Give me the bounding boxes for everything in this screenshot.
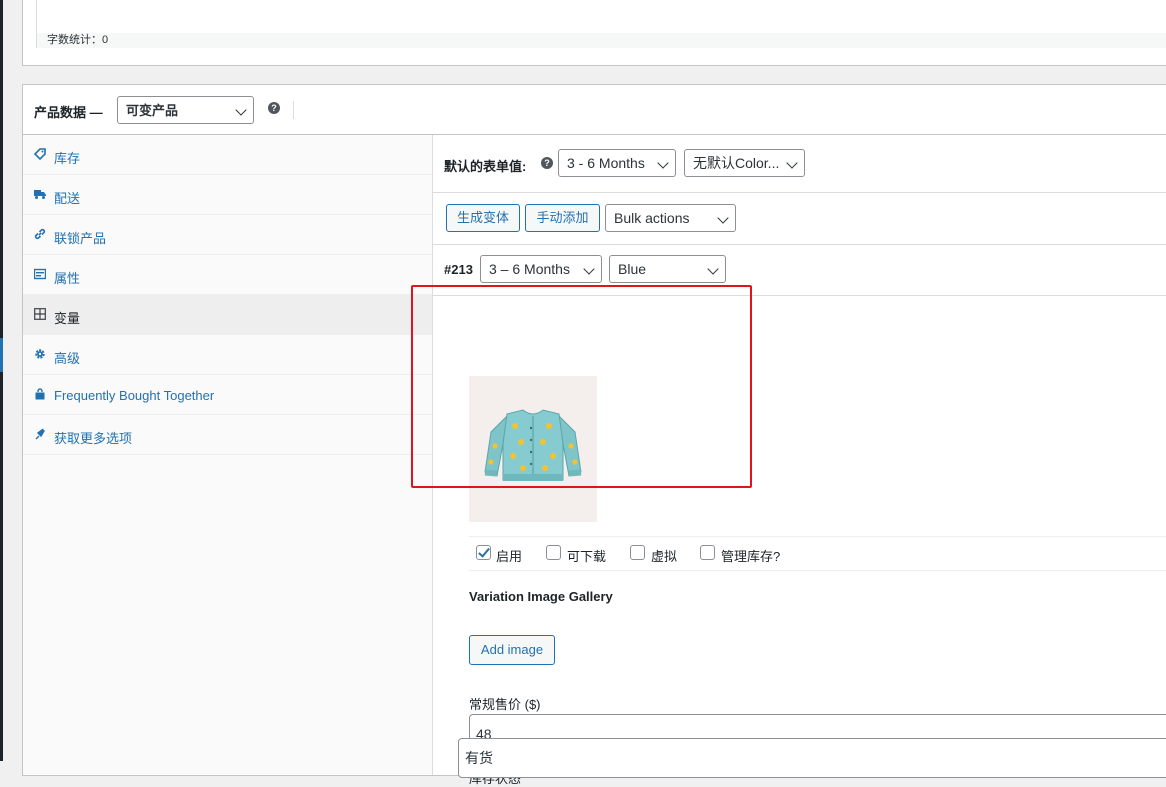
active-menu-indicator: [0, 338, 3, 372]
bag-icon: [35, 388, 45, 400]
default-color-select[interactable]: 无默认Color...: [684, 149, 805, 177]
product-type-value: 可变产品: [126, 103, 179, 118]
word-count: 字数统计：0: [36, 33, 1166, 48]
default-size-select[interactable]: 3 - 6 Months: [558, 149, 676, 177]
admin-sidebar-edge: [0, 0, 3, 761]
enabled-label: 启用: [496, 549, 523, 564]
default-values-label: 默认的表单值:: [444, 159, 527, 174]
default-size-value: 3 - 6 Months: [567, 155, 645, 171]
variation-color-value: Blue: [618, 261, 647, 277]
tab-label: 变量: [54, 311, 81, 326]
virtual-label: 虚拟: [651, 549, 678, 564]
tab-label: 获取更多选项: [54, 431, 133, 446]
grid-icon: [34, 308, 46, 320]
manage-stock-checkbox[interactable]: [700, 545, 715, 560]
tab-linked-products[interactable]: 联锁产品: [23, 215, 432, 255]
description-editor: 字数统计：0: [22, 0, 1166, 66]
divider: [433, 244, 1166, 245]
generate-variations-button[interactable]: 生成变体: [446, 204, 520, 232]
link-icon: [34, 228, 46, 240]
add-manually-button[interactable]: 手动添加: [525, 204, 600, 232]
enabled-checkbox[interactable]: [476, 545, 491, 560]
highlight-box: [411, 285, 752, 488]
chevron-down-icon: [657, 157, 669, 169]
variation-size-select[interactable]: 3 – 6 Months: [480, 255, 602, 283]
tab-advanced[interactable]: 高级: [23, 335, 432, 375]
tab-attributes[interactable]: 属性: [23, 255, 432, 295]
chevron-down-icon: [786, 157, 798, 169]
add-image-button[interactable]: Add image: [469, 635, 555, 665]
product-type-select[interactable]: 可变产品: [117, 96, 254, 124]
tag-icon: [34, 148, 46, 160]
downloadable-label: 可下载: [567, 549, 607, 564]
bulk-actions-select[interactable]: Bulk actions: [605, 204, 736, 232]
downloadable-checkbox[interactable]: [546, 545, 561, 560]
help-icon[interactable]: ?: [541, 157, 553, 169]
chevron-down-icon: [583, 263, 595, 275]
tab-get-more-options[interactable]: 获取更多选项: [23, 415, 432, 455]
variation-size-value: 3 – 6 Months: [489, 261, 570, 277]
tab-variations[interactable]: 变量: [23, 295, 432, 335]
default-color-value: 无默认Color...: [693, 155, 780, 171]
chevron-down-icon: [707, 263, 719, 275]
virtual-checkbox[interactable]: [630, 545, 645, 560]
manage-stock-label: 管理库存?: [721, 549, 781, 564]
help-icon[interactable]: ?: [268, 102, 280, 114]
tab-label: 属性: [54, 271, 81, 286]
tab-label: Frequently Bought Together: [54, 388, 215, 403]
regular-price-label: 常规售价 ($): [469, 697, 541, 712]
list-icon: [34, 268, 46, 280]
tab-inventory[interactable]: 库存: [23, 135, 432, 175]
editor-textarea[interactable]: [36, 0, 1166, 34]
chevron-down-icon: [235, 104, 247, 116]
variation-gallery-title: Variation Image Gallery: [469, 589, 613, 604]
tab-frequently-bought-together[interactable]: Frequently Bought Together: [23, 375, 432, 415]
panel-header: 产品数据 — 可变产品 ?: [23, 85, 1166, 135]
panel-title: 产品数据 —: [34, 105, 103, 120]
bulk-actions-value: Bulk actions: [614, 210, 690, 226]
truck-icon: [34, 190, 46, 199]
product-data-tabs: 库存 配送 联锁产品 属性 变量 高级 Frequently Bought To…: [23, 135, 433, 775]
header-divider: [293, 101, 294, 119]
plugin-icon: [35, 428, 45, 440]
chevron-down-icon: [717, 212, 729, 224]
tab-label: 联锁产品: [54, 231, 107, 246]
tab-label: 配送: [54, 191, 81, 206]
variation-color-select[interactable]: Blue: [609, 255, 726, 283]
variation-id: #213: [444, 262, 473, 277]
variation-options: 启用 可下载 虚拟 管理库存?: [469, 536, 1166, 571]
divider: [433, 192, 1166, 193]
tab-label: 高级: [54, 351, 81, 366]
gear-icon: [35, 349, 45, 359]
stock-status-select[interactable]: 有货: [458, 738, 1166, 778]
tab-shipping[interactable]: 配送: [23, 175, 432, 215]
tab-label: 库存: [54, 151, 81, 166]
